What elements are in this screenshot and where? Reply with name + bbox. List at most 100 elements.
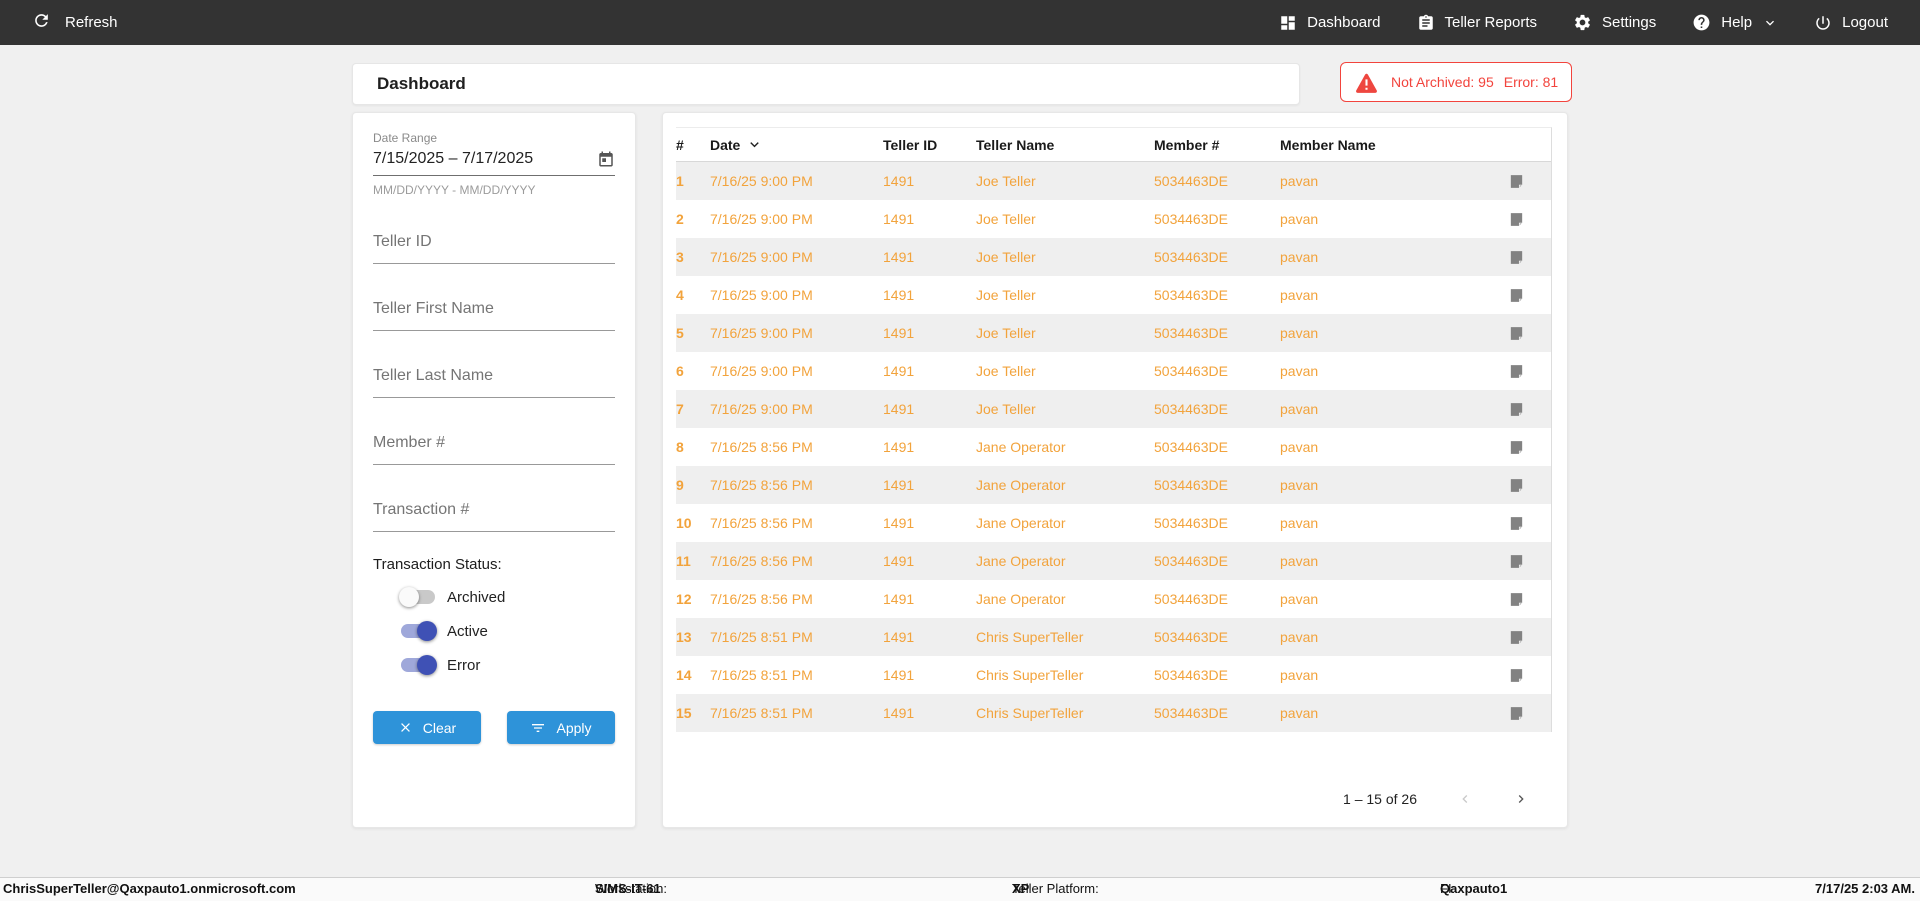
table-row[interactable]: 14 7/16/25 8:51 PM 1491 Chris SuperTelle…	[676, 656, 1551, 694]
table-row[interactable]: 9 7/16/25 8:56 PM 1491 Jane Operator 503…	[676, 466, 1551, 504]
nav-item-teller-reports[interactable]: Teller Reports	[1417, 14, 1537, 32]
nav-item-label: Settings	[1602, 14, 1657, 31]
member-number-input[interactable]	[373, 429, 615, 465]
row-member-name: pavan	[1280, 173, 1319, 189]
error-count: Error: 81	[1503, 74, 1559, 90]
note-icon[interactable]	[1508, 704, 1551, 723]
row-member-name: pavan	[1280, 249, 1319, 265]
dashboard-icon	[1279, 14, 1297, 32]
note-icon[interactable]	[1508, 362, 1551, 381]
table-row[interactable]: 3 7/16/25 9:00 PM 1491 Joe Teller 503446…	[676, 238, 1551, 276]
row-date: 7/16/25 8:56 PM	[710, 477, 813, 493]
note-icon[interactable]	[1508, 286, 1551, 305]
clear-button-label: Clear	[422, 719, 457, 736]
table-row[interactable]: 7 7/16/25 9:00 PM 1491 Joe Teller 503446…	[676, 390, 1551, 428]
table-row[interactable]: 4 7/16/25 9:00 PM 1491 Joe Teller 503446…	[676, 276, 1551, 314]
status-toggle[interactable]	[401, 655, 437, 675]
table-row[interactable]: 12 7/16/25 8:56 PM 1491 Jane Operator 50…	[676, 580, 1551, 618]
row-teller-name: Joe Teller	[976, 325, 1036, 341]
row-teller-id: 1491	[883, 591, 915, 607]
row-date: 7/16/25 8:56 PM	[710, 553, 813, 569]
row-teller-id: 1491	[883, 401, 915, 417]
nav-item-label: Help	[1721, 14, 1753, 31]
row-number: 8	[676, 439, 684, 455]
row-date: 7/16/25 8:51 PM	[710, 705, 813, 721]
note-icon[interactable]	[1508, 210, 1551, 229]
note-icon[interactable]	[1508, 666, 1551, 685]
note-icon[interactable]	[1508, 552, 1551, 571]
row-teller-name: Jane Operator	[976, 591, 1066, 607]
row-member-number: 5034463DE	[1154, 705, 1228, 721]
table-header-row: # Date Teller ID Teller Name Member # Me…	[676, 128, 1551, 162]
row-teller-id: 1491	[883, 287, 915, 303]
row-member-name: pavan	[1280, 325, 1319, 341]
clear-button[interactable]: Clear	[373, 711, 481, 744]
col-date[interactable]: Date	[710, 136, 883, 153]
row-member-name: pavan	[1280, 439, 1319, 455]
date-range-input[interactable]	[373, 150, 597, 168]
note-icon[interactable]	[1508, 172, 1551, 191]
nav-item-settings[interactable]: Settings	[1573, 13, 1656, 32]
table-row[interactable]: 1 7/16/25 9:00 PM 1491 Joe Teller 503446…	[676, 162, 1551, 200]
alert-badge[interactable]: Not Archived: 95 Error: 81	[1340, 62, 1572, 102]
note-icon[interactable]	[1508, 628, 1551, 647]
refresh-button[interactable]: Refresh	[32, 11, 118, 34]
note-icon[interactable]	[1508, 514, 1551, 533]
col-number[interactable]: #	[676, 137, 710, 153]
page-header: Dashboard	[352, 63, 1300, 105]
nav-item-dashboard[interactable]: Dashboard	[1279, 14, 1381, 32]
table-row[interactable]: 2 7/16/25 9:00 PM 1491 Joe Teller 503446…	[676, 200, 1551, 238]
nav-item-label: Logout	[1842, 14, 1888, 31]
row-date: 7/16/25 9:00 PM	[710, 173, 813, 189]
status-toggle[interactable]	[401, 621, 437, 641]
row-date: 7/16/25 9:00 PM	[710, 287, 813, 303]
table-row[interactable]: 13 7/16/25 8:51 PM 1491 Chris SuperTelle…	[676, 618, 1551, 656]
teller-first-name-input[interactable]	[373, 295, 615, 331]
col-member-name[interactable]: Member Name	[1280, 137, 1480, 153]
table-row[interactable]: 5 7/16/25 9:00 PM 1491 Joe Teller 503446…	[676, 314, 1551, 352]
row-teller-name: Chris SuperTeller	[976, 667, 1084, 683]
power-icon	[1814, 14, 1832, 32]
note-icon[interactable]	[1508, 590, 1551, 609]
row-member-name: pavan	[1280, 401, 1319, 417]
table-row[interactable]: 8 7/16/25 8:56 PM 1491 Jane Operator 503…	[676, 428, 1551, 466]
table-row[interactable]: 10 7/16/25 8:56 PM 1491 Jane Operator 50…	[676, 504, 1551, 542]
teller-last-name-input[interactable]	[373, 362, 615, 398]
row-teller-name: Chris SuperTeller	[976, 629, 1084, 645]
note-icon[interactable]	[1508, 400, 1551, 419]
note-icon[interactable]	[1508, 324, 1551, 343]
row-member-number: 5034463DE	[1154, 287, 1228, 303]
teller-id-input[interactable]	[373, 228, 615, 264]
row-teller-name: Jane Operator	[976, 439, 1066, 455]
previous-page-button[interactable]	[1457, 791, 1473, 807]
status-toggle[interactable]	[399, 587, 435, 607]
table-row[interactable]: 15 7/16/25 8:51 PM 1491 Chris SuperTelle…	[676, 694, 1551, 732]
calendar-icon[interactable]	[597, 150, 615, 168]
date-range-label: Date Range	[373, 131, 438, 145]
row-member-number: 5034463DE	[1154, 667, 1228, 683]
help-icon	[1692, 13, 1711, 32]
next-page-button[interactable]	[1513, 791, 1529, 807]
note-icon[interactable]	[1508, 438, 1551, 457]
col-teller-id[interactable]: Teller ID	[883, 137, 976, 153]
chevron-down-icon	[1762, 15, 1778, 31]
note-icon[interactable]	[1508, 476, 1551, 495]
row-number: 4	[676, 287, 684, 303]
row-teller-id: 1491	[883, 515, 915, 531]
logged-in-user: ChrisSuperTeller@Qaxpauto1.onmicrosoft.c…	[3, 881, 296, 896]
col-teller-name[interactable]: Teller Name	[976, 137, 1154, 153]
row-member-name: pavan	[1280, 591, 1319, 607]
note-icon[interactable]	[1508, 248, 1551, 267]
apply-button[interactable]: Apply	[507, 711, 615, 744]
nav-item-logout[interactable]: Logout	[1814, 14, 1888, 32]
col-member-number[interactable]: Member #	[1154, 137, 1280, 153]
table-row[interactable]: 11 7/16/25 8:56 PM 1491 Jane Operator 50…	[676, 542, 1551, 580]
table-row[interactable]: 6 7/16/25 9:00 PM 1491 Joe Teller 503446…	[676, 352, 1551, 390]
nav-item-help[interactable]: Help	[1692, 13, 1778, 32]
row-teller-id: 1491	[883, 667, 915, 683]
status-toggle-row: Archived	[399, 587, 615, 607]
row-teller-id: 1491	[883, 211, 915, 227]
transaction-number-input[interactable]	[373, 496, 615, 532]
row-teller-id: 1491	[883, 363, 915, 379]
filter-icon	[530, 720, 546, 736]
